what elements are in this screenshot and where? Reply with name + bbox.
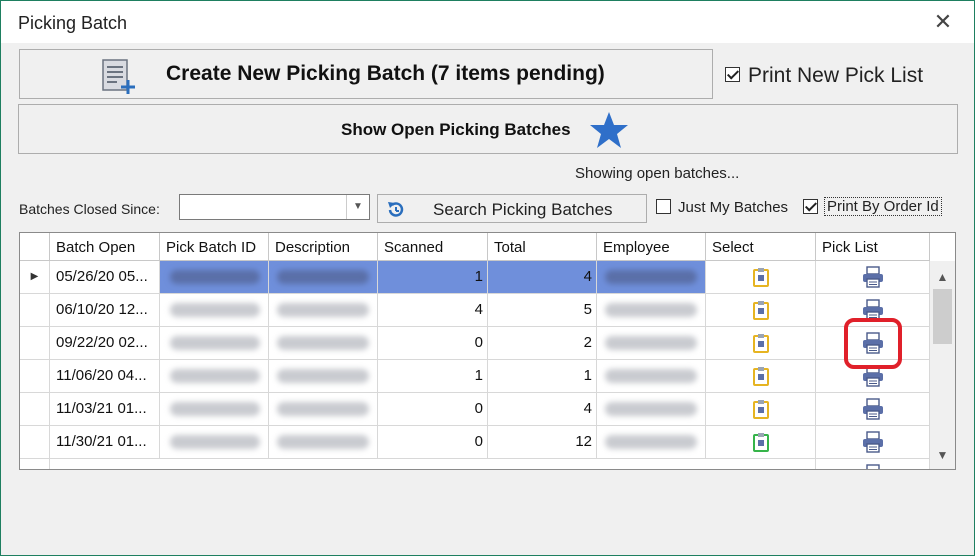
cell-description bbox=[269, 261, 378, 294]
cell-description bbox=[269, 426, 378, 459]
column-header-scanned[interactable]: Scanned bbox=[378, 233, 488, 261]
cell-total: 12 bbox=[488, 426, 597, 459]
cell-total: 2 bbox=[488, 327, 597, 360]
cell-scanned: 0 bbox=[378, 327, 488, 360]
clipboard-icon[interactable] bbox=[706, 327, 816, 360]
table-row[interactable]: 09/22/20 02... 0 2 bbox=[20, 327, 930, 360]
cell-scanned: 4 bbox=[378, 294, 488, 327]
column-header-description[interactable]: Description bbox=[269, 233, 378, 261]
status-text: Showing open batches... bbox=[575, 165, 740, 182]
print-by-order-label[interactable]: Print By Order Id bbox=[824, 197, 942, 216]
cell-pick-batch-id bbox=[160, 393, 269, 426]
create-batch-button[interactable]: Create New Picking Batch (7 items pendin… bbox=[19, 49, 713, 99]
cell-total: 1 bbox=[488, 360, 597, 393]
vertical-scrollbar[interactable]: ▲ ▼ bbox=[930, 261, 955, 469]
row-header-corner bbox=[20, 233, 50, 261]
cell-description bbox=[269, 393, 378, 426]
pick-list-highlight-annotation bbox=[844, 318, 902, 369]
table-row[interactable]: 11/06/20 04... 1 1 bbox=[20, 360, 930, 393]
cell-scanned: 0 bbox=[378, 426, 488, 459]
column-header-pick-list[interactable]: Pick List bbox=[816, 233, 930, 261]
print-new-pick-list-label[interactable]: Print New Pick List bbox=[748, 64, 923, 88]
show-open-batches-button[interactable]: Show Open Picking Batches bbox=[18, 104, 958, 154]
column-header-employee[interactable]: Employee bbox=[597, 233, 706, 261]
chevron-down-icon[interactable]: ▼ bbox=[346, 195, 369, 219]
table-row-partial[interactable] bbox=[20, 459, 930, 469]
table-row[interactable]: ▶ 05/26/20 05... 1 4 bbox=[20, 261, 930, 294]
cell-scanned: 0 bbox=[378, 393, 488, 426]
cell-employee bbox=[597, 294, 706, 327]
row-selector[interactable] bbox=[20, 426, 50, 459]
cell-batch-open: 09/22/20 02... bbox=[50, 327, 160, 360]
clipboard-icon[interactable] bbox=[706, 360, 816, 393]
table-row[interactable]: 06/10/20 12... 4 5 bbox=[20, 294, 930, 327]
table-row[interactable]: 11/03/21 01... 0 4 bbox=[20, 393, 930, 426]
column-header-pick-batch-id[interactable]: Pick Batch ID bbox=[160, 233, 269, 261]
cell-description bbox=[269, 294, 378, 327]
clipboard-icon[interactable] bbox=[706, 393, 816, 426]
cell-pick-batch-id bbox=[160, 261, 269, 294]
printer-icon[interactable] bbox=[816, 261, 930, 294]
star-icon bbox=[589, 111, 629, 154]
refresh-icon bbox=[386, 200, 406, 225]
cell-employee bbox=[597, 360, 706, 393]
clipboard-icon[interactable] bbox=[706, 459, 816, 469]
printer-icon[interactable] bbox=[816, 459, 930, 469]
table-row[interactable]: 11/30/21 01... 0 12 bbox=[20, 426, 930, 459]
scroll-down-icon[interactable]: ▼ bbox=[930, 445, 955, 465]
row-selector[interactable] bbox=[20, 327, 50, 360]
just-my-batches-checkbox[interactable] bbox=[656, 199, 671, 214]
clipboard-icon[interactable] bbox=[706, 294, 816, 327]
cell-scanned: 1 bbox=[378, 261, 488, 294]
clipboard-icon[interactable] bbox=[706, 261, 816, 294]
column-header-batch-open[interactable]: Batch Open bbox=[50, 233, 160, 261]
clipboard-icon[interactable] bbox=[706, 426, 816, 459]
print-new-pick-list-checkbox[interactable] bbox=[725, 67, 740, 82]
batches-grid[interactable]: Batch Open Pick Batch ID Description Sca… bbox=[19, 232, 956, 470]
cell-batch-open: 06/10/20 12... bbox=[50, 294, 160, 327]
closed-since-date-input[interactable]: ▼ bbox=[179, 194, 370, 220]
cell-description bbox=[269, 327, 378, 360]
search-batches-label: Search Picking Batches bbox=[433, 200, 613, 219]
cell-batch-open: 11/30/21 01... bbox=[50, 426, 160, 459]
show-open-batches-label: Show Open Picking Batches bbox=[341, 120, 571, 139]
print-by-order-checkbox[interactable] bbox=[803, 199, 818, 214]
picking-batch-window: Picking Batch ✕ Create New Picking Batch… bbox=[0, 0, 975, 556]
row-selector[interactable]: ▶ bbox=[20, 261, 50, 294]
column-header-total[interactable]: Total bbox=[488, 233, 597, 261]
cell-total: 4 bbox=[488, 393, 597, 426]
cell-total: 4 bbox=[488, 261, 597, 294]
scroll-up-icon[interactable]: ▲ bbox=[930, 267, 955, 287]
row-selector[interactable] bbox=[20, 360, 50, 393]
cell-batch-open: 11/03/21 01... bbox=[50, 393, 160, 426]
cell-employee bbox=[597, 261, 706, 294]
create-batch-label: Create New Picking Batch (7 items pendin… bbox=[166, 62, 605, 85]
cell-pick-batch-id bbox=[160, 426, 269, 459]
title-bar: Picking Batch ✕ bbox=[1, 1, 974, 43]
cell-batch-open: 05/26/20 05... bbox=[50, 261, 160, 294]
cell-batch-open: 11/06/20 04... bbox=[50, 360, 160, 393]
cell-description bbox=[269, 360, 378, 393]
cell-scanned: 1 bbox=[378, 360, 488, 393]
row-selector[interactable] bbox=[20, 294, 50, 327]
cell-employee bbox=[597, 426, 706, 459]
column-header-select[interactable]: Select bbox=[706, 233, 816, 261]
window-title: Picking Batch bbox=[18, 13, 128, 33]
close-button[interactable]: ✕ bbox=[927, 7, 959, 37]
cell-pick-batch-id bbox=[160, 294, 269, 327]
printer-icon[interactable] bbox=[816, 393, 930, 426]
closed-since-label: Batches Closed Since: bbox=[19, 201, 160, 217]
row-selector[interactable] bbox=[20, 393, 50, 426]
row-selector[interactable] bbox=[20, 459, 50, 469]
cell-employee bbox=[597, 393, 706, 426]
search-batches-button[interactable]: Search Picking Batches bbox=[377, 194, 647, 223]
cell-pick-batch-id bbox=[160, 327, 269, 360]
cell-employee bbox=[597, 327, 706, 360]
scroll-thumb[interactable] bbox=[933, 289, 952, 344]
printer-icon[interactable] bbox=[816, 426, 930, 459]
just-my-batches-label[interactable]: Just My Batches bbox=[678, 199, 788, 216]
cell-pick-batch-id bbox=[160, 360, 269, 393]
add-document-icon bbox=[100, 58, 136, 99]
cell-total: 5 bbox=[488, 294, 597, 327]
